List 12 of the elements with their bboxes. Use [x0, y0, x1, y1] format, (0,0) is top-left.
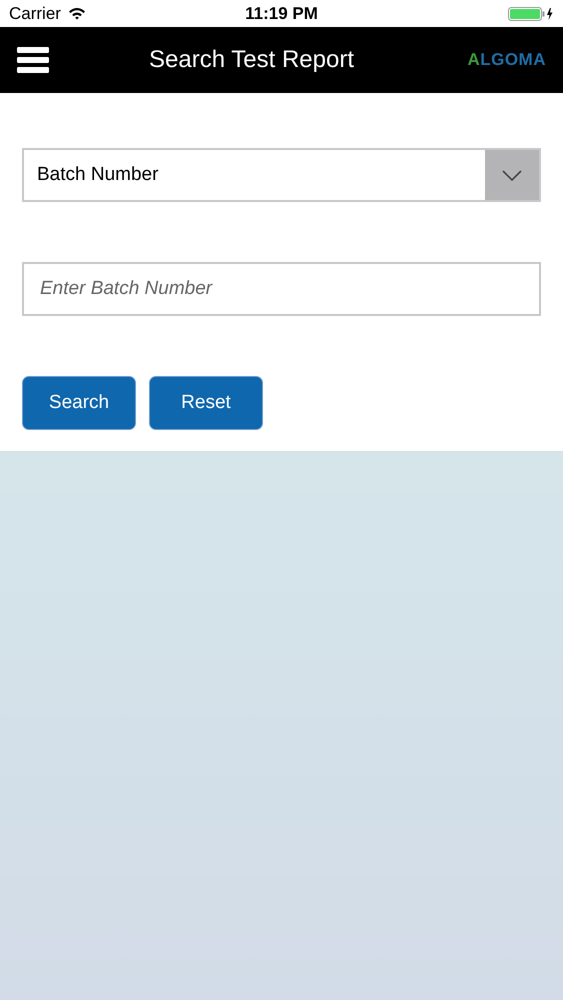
search-type-dropdown[interactable]: Batch Number — [22, 148, 541, 202]
battery-icon — [508, 6, 554, 20]
status-time: 11:19 PM — [245, 4, 318, 24]
search-button[interactable]: Search — [22, 376, 136, 430]
wifi-icon — [68, 7, 86, 20]
page-title: Search Test Report — [149, 46, 354, 74]
carrier-name: Carrier — [9, 4, 61, 24]
batch-number-field[interactable]: Enter Batch Number — [22, 262, 541, 316]
menu-icon[interactable] — [17, 46, 49, 74]
reset-button[interactable]: Reset — [149, 376, 263, 430]
logo: ALGOMA — [467, 50, 546, 70]
caret-icon — [502, 170, 522, 180]
